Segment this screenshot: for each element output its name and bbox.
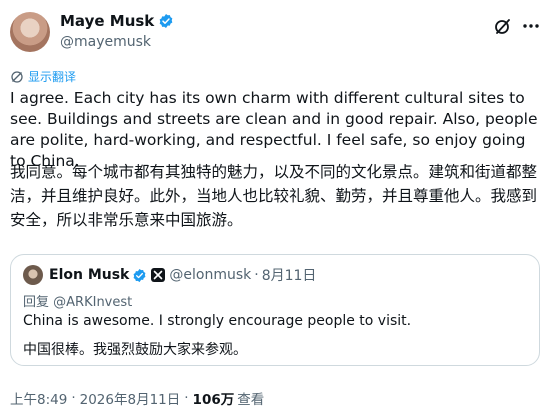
quoted-tweet-card[interactable]: Elon Musk @elonmusk · 8月11日 回复 @ARKInves… (10, 254, 540, 366)
quoted-reply-prefix: 回复 (23, 295, 50, 310)
view-label: 查看 (237, 392, 265, 408)
tweet-text-chinese: 我同意。每个城市都有其独特的魅力，以及不同的文化景点。建筑和街道都整洁，并且维护… (10, 163, 538, 229)
author-display-name[interactable]: Maye Musk (60, 12, 154, 30)
grok-icon[interactable] (493, 16, 513, 36)
x-affiliation-badge-icon (151, 268, 166, 282)
quoted-separator: · (254, 267, 259, 283)
verified-badge-icon (159, 14, 173, 28)
view-count: 106万 (192, 392, 235, 408)
meta-separator-1: · (71, 390, 76, 406)
meta-separator-2: · (184, 390, 189, 406)
quoted-verified-badge-icon (133, 268, 146, 282)
show-translation-label: 显示翻译 (28, 70, 77, 84)
quoted-tweet-header: Elon Musk @elonmusk · 8月11日 (23, 265, 316, 285)
quoted-reply-context: 回复 @ARKInvest (23, 291, 132, 310)
show-translation-link[interactable]: 显示翻译 (10, 68, 76, 85)
tweet-date[interactable]: 2026年8月11日 (80, 388, 181, 408)
tweet-meta: 上午8:49 · 2026年8月11日 · 106万 查看 (10, 388, 264, 408)
author-handle[interactable]: @mayemusk (60, 34, 151, 50)
translate-icon (11, 70, 23, 83)
tweet-time[interactable]: 上午8:49 (10, 388, 67, 408)
quoted-author-avatar (23, 265, 43, 285)
quoted-author-handle: @elonmusk (169, 267, 252, 283)
quoted-author-display-name: Elon Musk (49, 267, 130, 283)
author-name-row: Maye Musk (60, 12, 174, 30)
quoted-timestamp: 8月11日 (261, 268, 317, 284)
quoted-tweet-text-chinese: 中国很棒。我强烈鼓励大家来参观。 (23, 342, 247, 358)
more-options-icon[interactable] (521, 16, 541, 36)
quoted-tweet-text-english: China is awesome. I strongly encourage p… (23, 313, 412, 329)
author-avatar[interactable] (10, 12, 50, 52)
tweet-header: Maye Musk @mayemusk (0, 0, 550, 60)
quoted-reply-mention[interactable]: @ARKInvest (53, 295, 132, 310)
